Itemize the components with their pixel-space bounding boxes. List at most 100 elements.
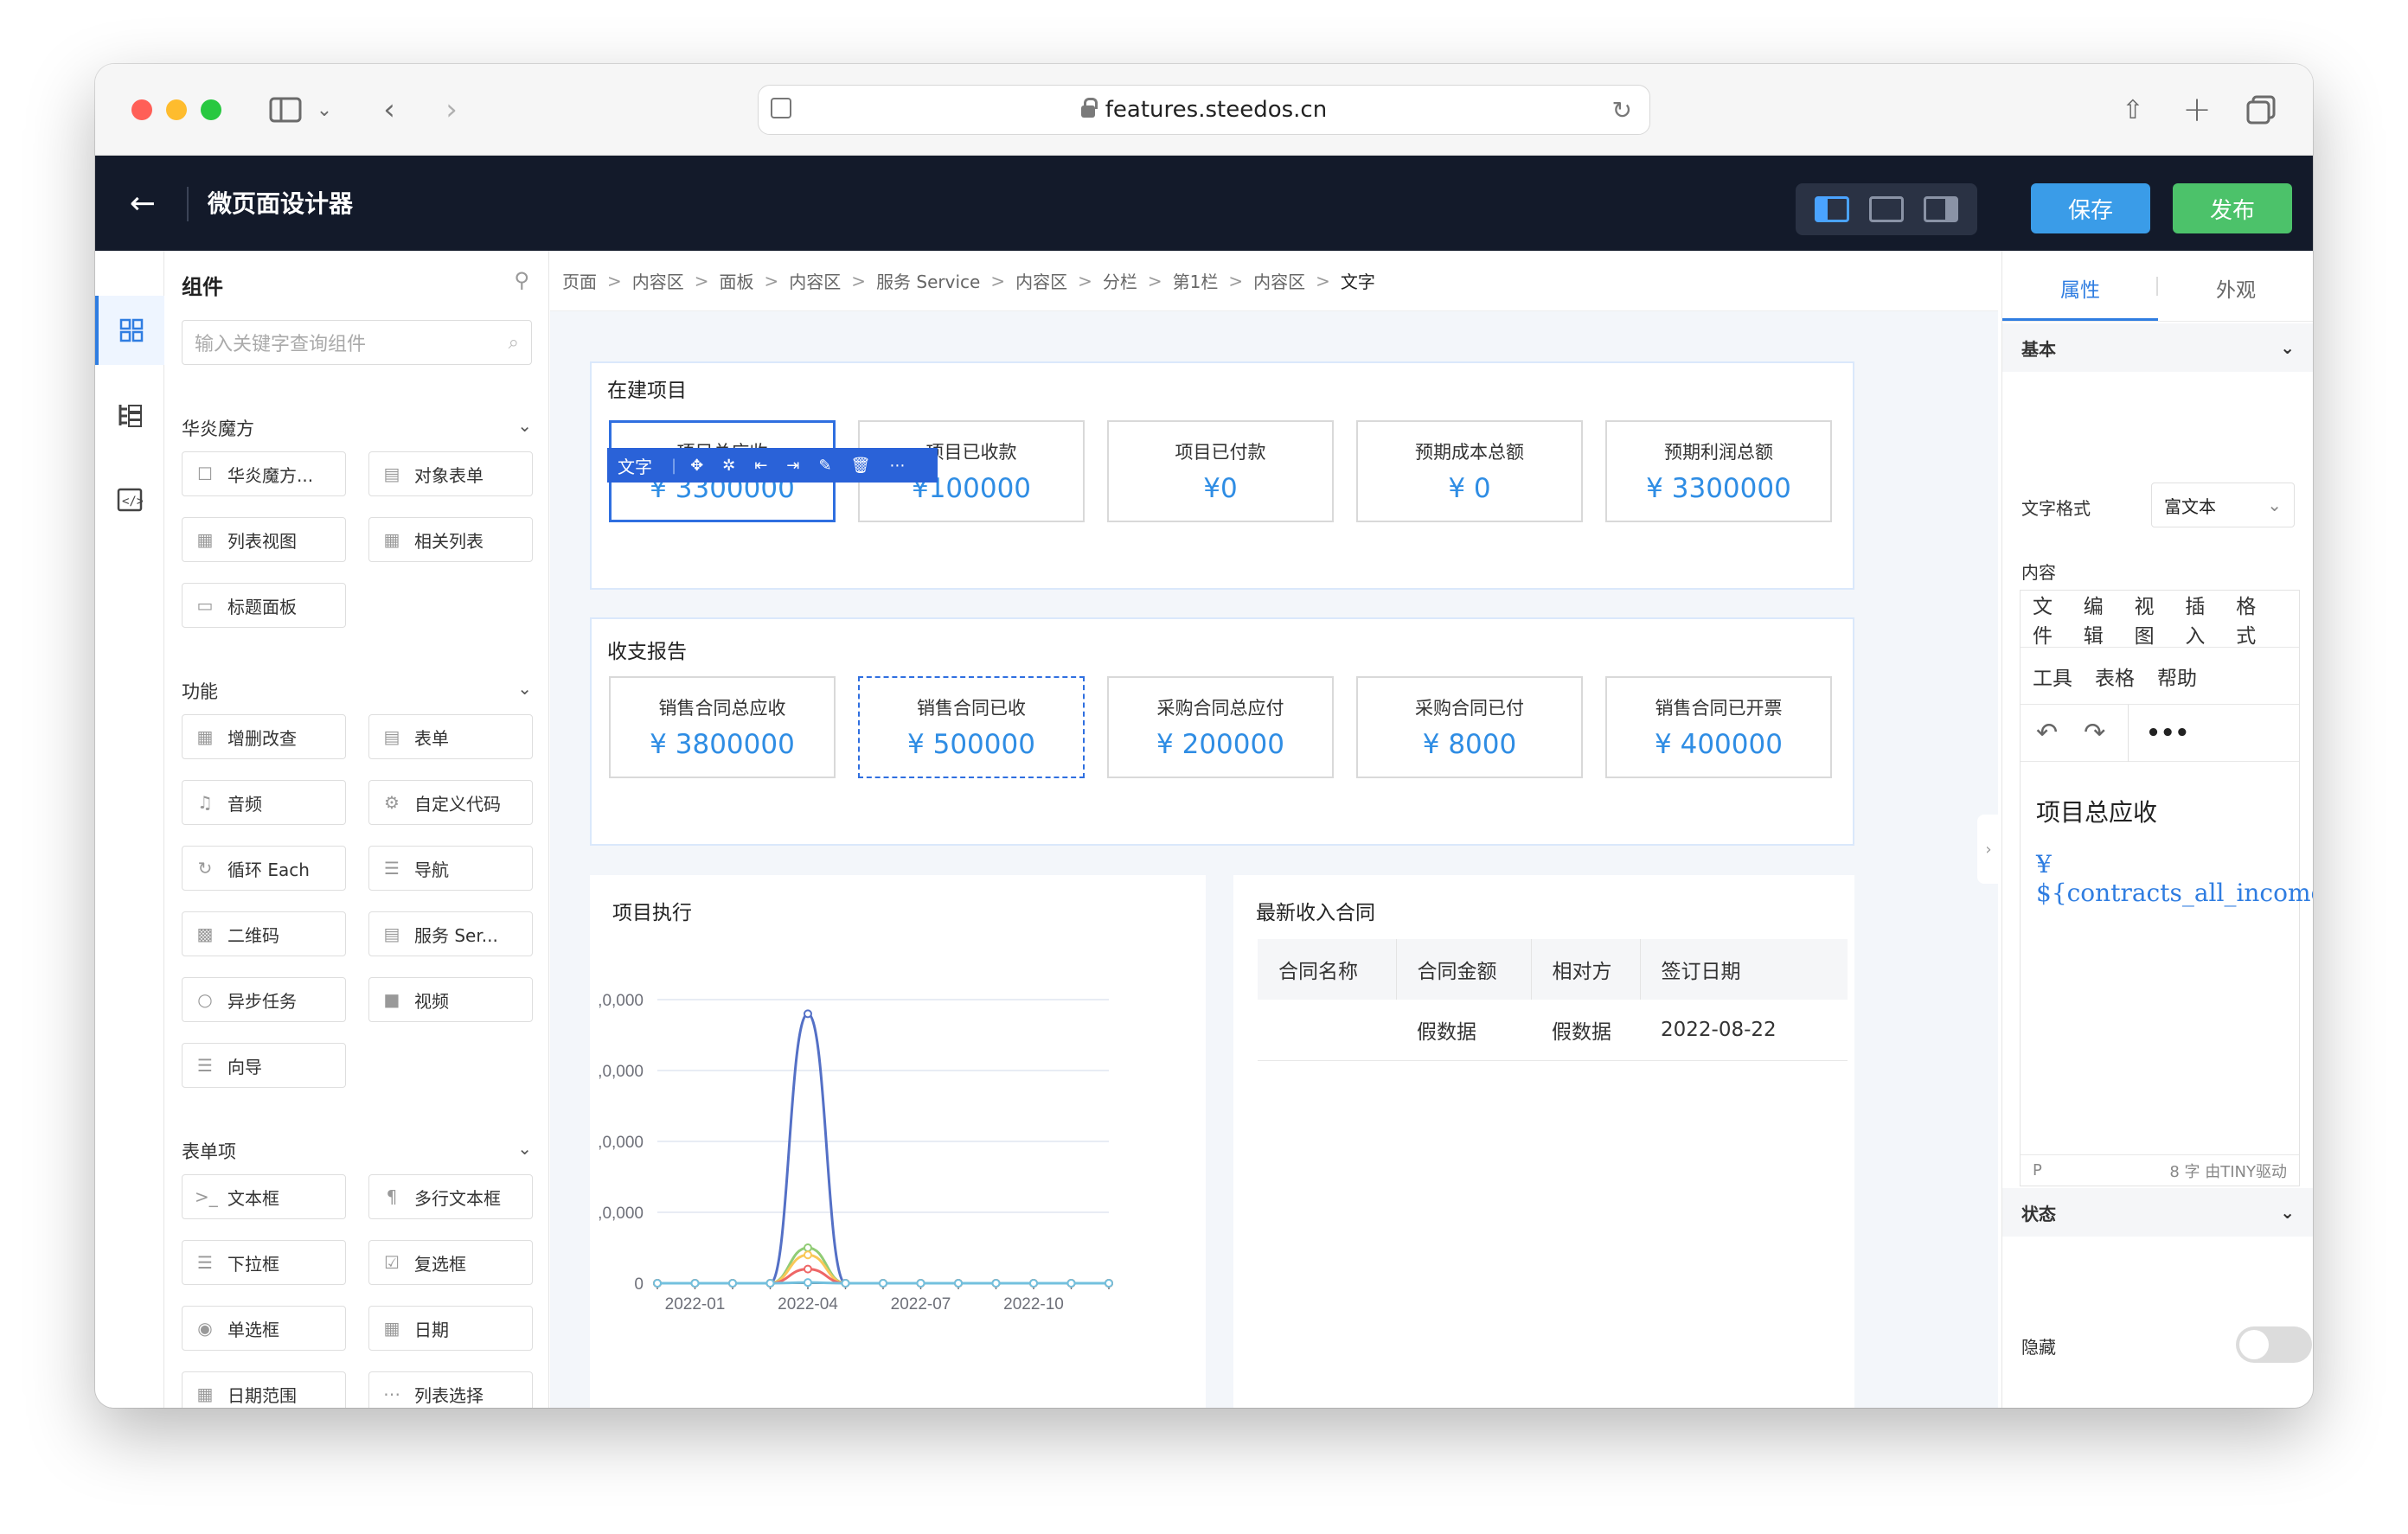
component-item[interactable]: ¶ 多行文本框	[368, 1174, 533, 1219]
maximize-window-button[interactable]	[201, 99, 221, 120]
component-item[interactable]: ▭ 标题面板	[182, 583, 346, 628]
panel-project-execution[interactable]: 项目执行 0 ,0,000 ,0,000 ,0,000 ,0,000 2022-01 202…	[590, 875, 1206, 1408]
component-item[interactable]: >_ 文本框	[182, 1174, 346, 1219]
delete-icon[interactable]: 🗑	[851, 457, 871, 475]
component-item[interactable]: ♫ 音频	[182, 780, 346, 825]
editor-line-expression[interactable]: ¥ ${contracts_all_income}	[2036, 850, 2313, 907]
debug-icon[interactable]: ✲	[722, 457, 735, 475]
redo-icon[interactable]: ↷	[2084, 718, 2105, 748]
breadcrumb-item[interactable]: 页面	[562, 268, 597, 293]
stat-card[interactable]: 采购合同已付 ¥ 8000	[1356, 676, 1583, 778]
collapse-panel-handle[interactable]: ›	[1977, 815, 2000, 884]
component-item[interactable]: ○ 异步任务	[182, 977, 346, 1022]
more-icon[interactable]: ⋯	[889, 457, 905, 475]
component-item[interactable]: ▤ 服务 Ser...	[368, 911, 533, 956]
layout-right-panel-icon[interactable]	[1924, 196, 1959, 222]
more-icon[interactable]: •••	[2146, 720, 2189, 746]
menu-view[interactable]: 视图	[2135, 590, 2163, 649]
insert-after-icon[interactable]: ⇥	[786, 457, 799, 475]
back-arrow-icon[interactable]: ←	[121, 182, 164, 225]
breadcrumb-item[interactable]: 第1栏	[1173, 268, 1219, 293]
component-item[interactable]: ▤ 表单	[368, 714, 533, 759]
text-format-select[interactable]: 富文本 ⌄	[2151, 483, 2295, 527]
close-window-button[interactable]	[131, 99, 152, 120]
sidebar-toggle-icon[interactable]	[265, 90, 306, 130]
tab-properties[interactable]: 属性	[2002, 273, 2158, 321]
rich-text-editor[interactable]: 文件 编辑 视图 插入 格式 工具 表格 帮助 ↶ ↷ ••• 项目总应收 ¥ …	[2020, 590, 2313, 1186]
menu-help[interactable]: 帮助	[2157, 662, 2197, 691]
component-item[interactable]: ☰ 下拉框	[182, 1240, 346, 1285]
component-item[interactable]: ▦ 相关列表	[368, 517, 533, 562]
reload-icon[interactable]: ↻	[1612, 96, 1632, 125]
stat-card[interactable]: 销售合同总应收 ¥ 3800000	[609, 676, 836, 778]
layout-full-icon[interactable]	[1868, 196, 1904, 222]
stat-card[interactable]: 预期成本总额 ¥ 0	[1356, 420, 1583, 522]
insert-before-icon[interactable]: ⇤	[754, 457, 767, 475]
hidden-toggle[interactable]	[2236, 1326, 2312, 1363]
menu-format[interactable]: 格式	[2236, 590, 2264, 649]
menu-tools[interactable]: 工具	[2033, 662, 2072, 691]
section-basic-header[interactable]: 基本 ⌄	[2002, 323, 2313, 372]
stat-card[interactable]: 项目已付款 ¥0	[1107, 420, 1334, 522]
tab-appearance[interactable]: 外观	[2158, 273, 2313, 303]
column-header[interactable]: 签订日期	[1640, 939, 1848, 1000]
component-item[interactable]: ▦ 增删改查	[182, 714, 346, 759]
move-icon[interactable]: ✥	[690, 457, 703, 475]
stat-card[interactable]: 销售合同已收 ¥ 500000	[858, 676, 1085, 778]
stat-card[interactable]: 采购合同总应付 ¥ 200000	[1107, 676, 1334, 778]
section-state-header[interactable]: 状态 ⌄	[2002, 1188, 2313, 1237]
component-item[interactable]: ◉ 单选框	[182, 1306, 346, 1351]
page-settings-icon[interactable]	[771, 98, 791, 118]
url-bar[interactable]: features.steedos.cn ↻	[758, 85, 1650, 135]
back-nav-icon[interactable]: ‹	[372, 90, 407, 130]
column-header[interactable]: 合同金额	[1396, 939, 1532, 1000]
breadcrumb-item[interactable]: 内容区	[1015, 268, 1067, 293]
editor-line-title[interactable]: 项目总应收	[2036, 794, 2157, 828]
table-row[interactable]: 假数据 假数据 2022-08-22	[1258, 1000, 1848, 1061]
minimize-window-button[interactable]	[166, 99, 187, 120]
menu-file[interactable]: 文件	[2033, 590, 2061, 649]
new-tab-icon[interactable]: +	[2180, 90, 2214, 130]
breadcrumb-item[interactable]: 内容区	[632, 268, 684, 293]
tabs-overview-icon[interactable]	[2244, 90, 2278, 130]
code-icon[interactable]: </>	[95, 465, 164, 534]
breadcrumb-item[interactable]: 内容区	[789, 268, 841, 293]
outline-tree-icon[interactable]	[95, 380, 164, 450]
undo-icon[interactable]: ↶	[2036, 718, 2058, 748]
component-search-input[interactable]: 输入关键字查询组件 ⌕	[182, 320, 532, 365]
group-header-form-items[interactable]: 表单项 ⌄	[182, 1138, 532, 1164]
component-item[interactable]: ☰ 向导	[182, 1043, 346, 1088]
group-header-huayan[interactable]: 华炎魔方 ⌄	[182, 415, 532, 441]
breadcrumb-item[interactable]: 面板	[720, 268, 754, 293]
stat-card[interactable]: 销售合同已开票 ¥ 400000	[1605, 676, 1832, 778]
pin-icon[interactable]: ⚲	[514, 268, 529, 292]
layout-left-panel-icon[interactable]	[1814, 196, 1849, 222]
component-item[interactable]: ☰ 导航	[368, 846, 533, 891]
column-header[interactable]: 合同名称	[1258, 939, 1397, 1000]
forward-nav-icon[interactable]: ›	[434, 90, 469, 130]
share-icon[interactable]: ⇧	[2116, 90, 2150, 130]
component-item[interactable]: ▩ 二维码	[182, 911, 346, 956]
breadcrumb-item[interactable]: 分栏	[1103, 268, 1137, 293]
edit-icon[interactable]: ✎	[818, 457, 831, 475]
component-item[interactable]: ⚙ 自定义代码	[368, 780, 533, 825]
menu-table[interactable]: 表格	[2095, 662, 2135, 691]
publish-button[interactable]: 发布	[2173, 183, 2292, 233]
panel-latest-contracts[interactable]: 最新收入合同 合同名称 合同金额 相对方 签订日期 假数据 假数据 2022-0…	[1233, 875, 1854, 1408]
stat-card[interactable]: 预期利润总额 ¥ 3300000	[1605, 420, 1832, 522]
components-tab-icon[interactable]	[95, 296, 164, 365]
component-item[interactable]: ▦ 列表视图	[182, 517, 346, 562]
component-item[interactable]: ▦ 日期范围	[182, 1371, 346, 1408]
component-item[interactable]: ▦ 日期	[368, 1306, 533, 1351]
save-button[interactable]: 保存	[2031, 183, 2150, 233]
component-item[interactable]: ▤ 对象表单	[368, 451, 533, 496]
chevron-down-icon[interactable]: ⌄	[311, 90, 337, 130]
component-item[interactable]: ☐ 华炎魔方...	[182, 451, 346, 496]
component-item[interactable]: ↻ 循环 Each	[182, 846, 346, 891]
menu-edit[interactable]: 编辑	[2084, 590, 2112, 649]
group-header-function[interactable]: 功能 ⌄	[182, 678, 532, 704]
component-item[interactable]: ■ 视频	[368, 977, 533, 1022]
breadcrumb-item[interactable]: 内容区	[1253, 268, 1305, 293]
column-header[interactable]: 相对方	[1531, 939, 1641, 1000]
component-item[interactable]: ⋯ 列表选择	[368, 1371, 533, 1408]
